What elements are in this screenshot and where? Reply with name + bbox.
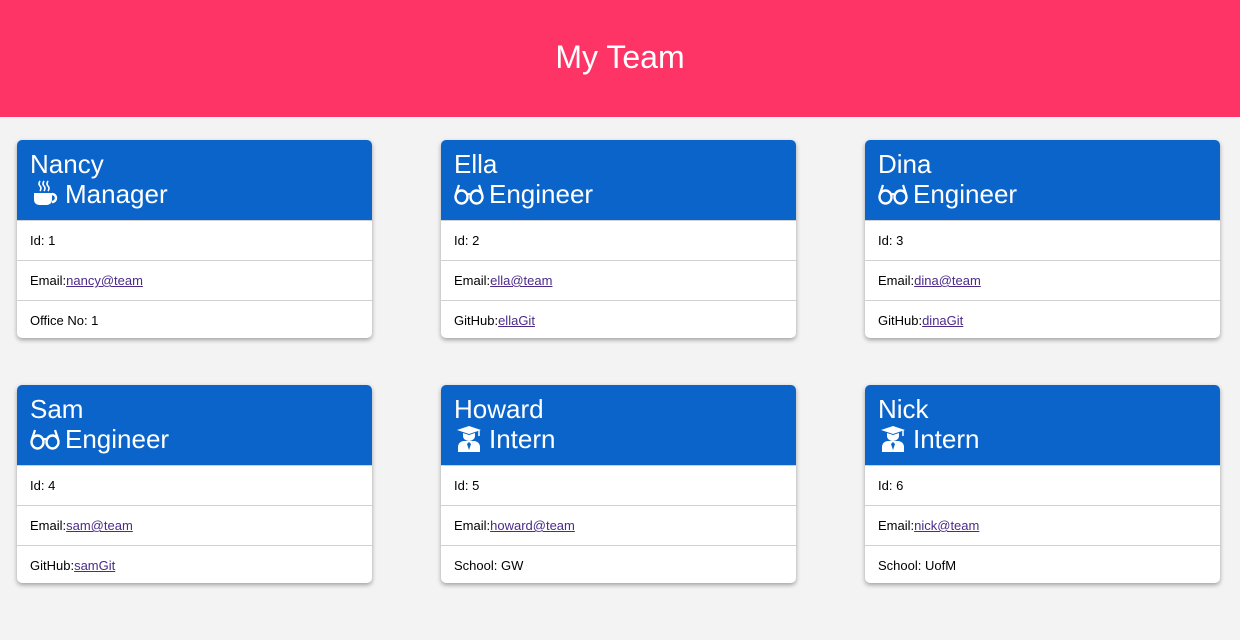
employee-id: Id: 5 — [454, 478, 480, 493]
coffee-icon — [30, 180, 60, 208]
email-label: Email: — [30, 518, 67, 533]
role-label: Intern — [489, 424, 556, 454]
glasses-icon — [878, 180, 908, 208]
email-label: Email: — [878, 518, 915, 533]
role-label: Manager — [65, 179, 168, 209]
id-row: Id: 3 — [865, 220, 1220, 260]
id-row: Id: 4 — [17, 465, 372, 505]
email-link[interactable]: ella@team — [490, 273, 552, 288]
email-row: Email: nick@team — [865, 505, 1220, 545]
employee-card: Howard Intern Id: 5 Email: howard@team S… — [441, 385, 796, 583]
email-label: Email: — [878, 273, 915, 288]
email-link[interactable]: sam@team — [66, 518, 133, 533]
employee-id: Id: 6 — [878, 478, 904, 493]
employee-id: Id: 4 — [30, 478, 56, 493]
email-row: Email: dina@team — [865, 260, 1220, 300]
employee-id: Id: 1 — [30, 233, 56, 248]
github-label: GitHub: — [878, 313, 923, 328]
employee-card: Nick Intern Id: 6 Email: nick@team Schoo… — [865, 385, 1220, 583]
card-header: Nancy Manager — [17, 140, 372, 220]
github-label: GitHub: — [454, 313, 499, 328]
employee-name: Howard — [454, 394, 544, 424]
school-name: School: UofM — [878, 558, 957, 573]
school-row: School: GW — [441, 545, 796, 583]
card-header: Sam Engineer — [17, 385, 372, 465]
employee-card: Dina Engineer Id: 3 Email: dina@team Git… — [865, 140, 1220, 338]
id-row: Id: 2 — [441, 220, 796, 260]
github-link[interactable]: ellaGit — [498, 313, 535, 328]
glasses-icon — [30, 425, 60, 453]
email-row: Email: howard@team — [441, 505, 796, 545]
email-row: Email: sam@team — [17, 505, 372, 545]
role-label: Engineer — [913, 179, 1018, 209]
employee-role: Manager — [30, 179, 359, 209]
employee-role: Engineer — [878, 179, 1207, 209]
school-name: School: GW — [454, 558, 524, 573]
employee-role: Engineer — [30, 424, 359, 454]
email-label: Email: — [454, 518, 491, 533]
email-label: Email: — [30, 273, 67, 288]
employee-role: Intern — [878, 424, 1207, 454]
card-header: Nick Intern — [865, 385, 1220, 465]
graduate-icon — [878, 425, 908, 453]
email-link[interactable]: nancy@team — [66, 273, 143, 288]
employee-role: Intern — [454, 424, 783, 454]
card-header: Howard Intern — [441, 385, 796, 465]
email-label: Email: — [454, 273, 491, 288]
id-row: Id: 5 — [441, 465, 796, 505]
glasses-icon — [454, 180, 484, 208]
employee-id: Id: 2 — [454, 233, 480, 248]
office-number: Office No: 1 — [30, 313, 99, 328]
graduate-icon — [454, 425, 484, 453]
email-link[interactable]: dina@team — [914, 273, 981, 288]
github-row: GitHub: dinaGit — [865, 300, 1220, 338]
page-title: My Team — [555, 39, 685, 75]
page-header: My Team — [0, 0, 1240, 117]
employee-name: Nick — [878, 394, 929, 424]
id-row: Id: 1 — [17, 220, 372, 260]
card-header: Dina Engineer — [865, 140, 1220, 220]
github-row: GitHub: ellaGit — [441, 300, 796, 338]
github-link[interactable]: samGit — [74, 558, 115, 573]
role-label: Engineer — [489, 179, 594, 209]
employee-name: Dina — [878, 149, 932, 179]
email-row: Email: ella@team — [441, 260, 796, 300]
office-row: Office No: 1 — [17, 300, 372, 338]
id-row: Id: 6 — [865, 465, 1220, 505]
employee-name: Ella — [454, 149, 498, 179]
role-label: Engineer — [65, 424, 170, 454]
employee-card: Sam Engineer Id: 4 Email: sam@team GitHu… — [17, 385, 372, 583]
github-link[interactable]: dinaGit — [922, 313, 963, 328]
employee-card: Ella Engineer Id: 2 Email: ella@team Git… — [441, 140, 796, 338]
role-label: Intern — [913, 424, 980, 454]
email-link[interactable]: nick@team — [914, 518, 979, 533]
employee-card: Nancy Manager Id: 1 Email: nancy@team Of… — [17, 140, 372, 338]
employee-name: Sam — [30, 394, 84, 424]
email-link[interactable]: howard@team — [490, 518, 575, 533]
github-label: GitHub: — [30, 558, 75, 573]
employee-id: Id: 3 — [878, 233, 904, 248]
employee-role: Engineer — [454, 179, 783, 209]
school-row: School: UofM — [865, 545, 1220, 583]
email-row: Email: nancy@team — [17, 260, 372, 300]
github-row: GitHub: samGit — [17, 545, 372, 583]
employee-name: Nancy — [30, 149, 104, 179]
card-header: Ella Engineer — [441, 140, 796, 220]
